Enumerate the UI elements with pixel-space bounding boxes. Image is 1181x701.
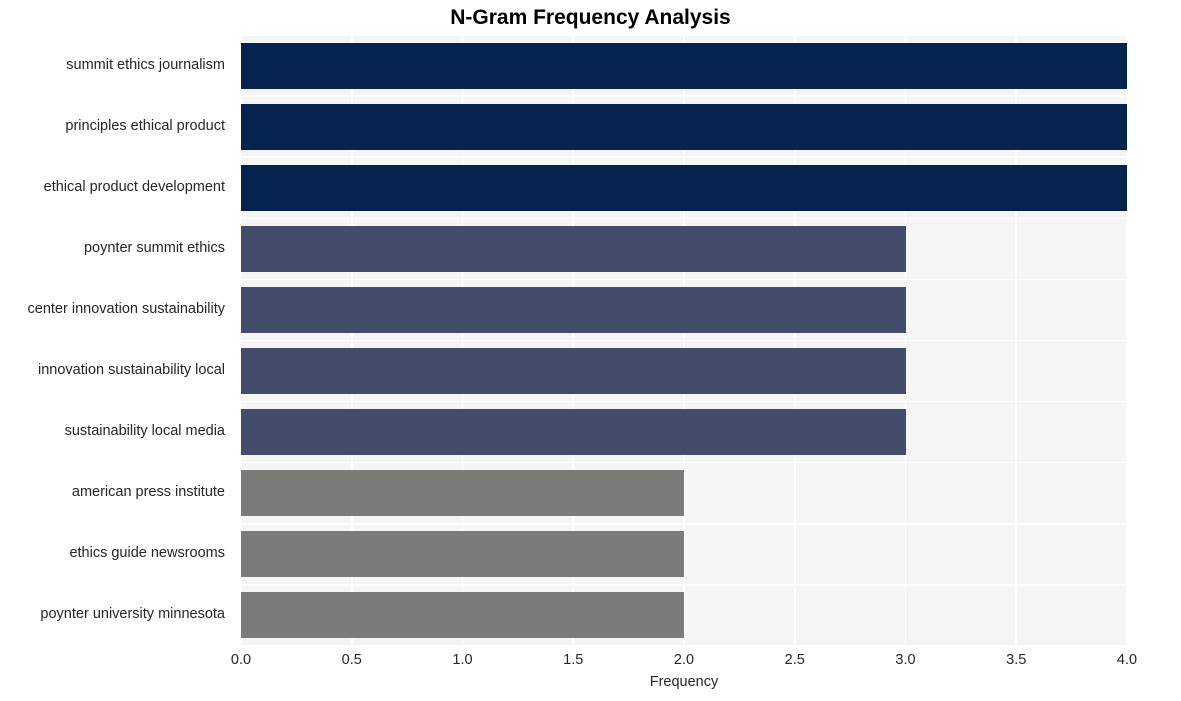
y-axis-tick-label: sustainability local media bbox=[64, 423, 225, 440]
y-axis-tick-label: ethical product development bbox=[43, 178, 225, 195]
bar bbox=[241, 225, 906, 272]
bar bbox=[241, 103, 1127, 150]
y-axis-tick-label: poynter summit ethics bbox=[83, 239, 225, 256]
bar bbox=[241, 348, 906, 395]
plot-area bbox=[241, 35, 1127, 646]
x-axis-tick-label: 3.0 bbox=[895, 652, 916, 668]
bar bbox=[241, 42, 1127, 89]
y-gridline bbox=[241, 278, 1127, 281]
y-gridline bbox=[241, 35, 1127, 36]
x-axis-tick-labels: 0.0 0.5 1.0 1.5 2.0 2.5 3.0 3.5 4.0 bbox=[0, 652, 1181, 676]
y-axis-tick-label: principles ethical product bbox=[65, 117, 225, 134]
x-axis-tick-label: 2.0 bbox=[673, 652, 695, 668]
bar bbox=[241, 470, 684, 517]
bar bbox=[241, 592, 684, 639]
y-axis-tick-label: ethics guide newsrooms bbox=[69, 545, 225, 562]
y-axis-tick-label: center innovation sustainability bbox=[27, 300, 225, 317]
y-gridline bbox=[241, 95, 1127, 97]
y-gridline bbox=[241, 339, 1127, 342]
y-gridline bbox=[241, 584, 1127, 586]
y-gridline bbox=[241, 461, 1127, 464]
y-axis-tick-labels: summit ethics journalism principles ethic… bbox=[0, 0, 233, 701]
bar bbox=[241, 531, 684, 578]
x-axis-tick-label: 0.0 bbox=[230, 652, 252, 668]
y-axis-tick-label: poynter university minnesota bbox=[40, 606, 225, 623]
y-gridline bbox=[241, 217, 1127, 220]
y-axis-tick-label: innovation sustainability local bbox=[38, 362, 225, 379]
y-gridline bbox=[241, 523, 1127, 525]
x-axis-tick-label: 1.0 bbox=[452, 652, 473, 668]
y-gridline bbox=[241, 645, 1127, 646]
y-axis-tick-label: summit ethics journalism bbox=[66, 56, 225, 73]
y-gridline bbox=[241, 400, 1127, 403]
chart-figure: N-Gram Frequency Analysis summit ethics … bbox=[0, 0, 1181, 701]
x-axis-label: Frequency bbox=[649, 674, 719, 690]
x-axis-tick-label: 0.5 bbox=[341, 652, 362, 668]
x-axis-tick-label: 1.5 bbox=[563, 652, 584, 668]
bar bbox=[241, 286, 906, 333]
y-axis-tick-label: american press institute bbox=[71, 484, 225, 501]
x-axis-tick-label: 4.0 bbox=[1116, 652, 1138, 668]
y-gridline bbox=[241, 156, 1127, 158]
x-axis-tick-label: 3.5 bbox=[1006, 652, 1027, 668]
x-axis-tick-label: 2.5 bbox=[784, 652, 805, 668]
bar bbox=[241, 164, 1127, 211]
bar bbox=[241, 409, 906, 456]
